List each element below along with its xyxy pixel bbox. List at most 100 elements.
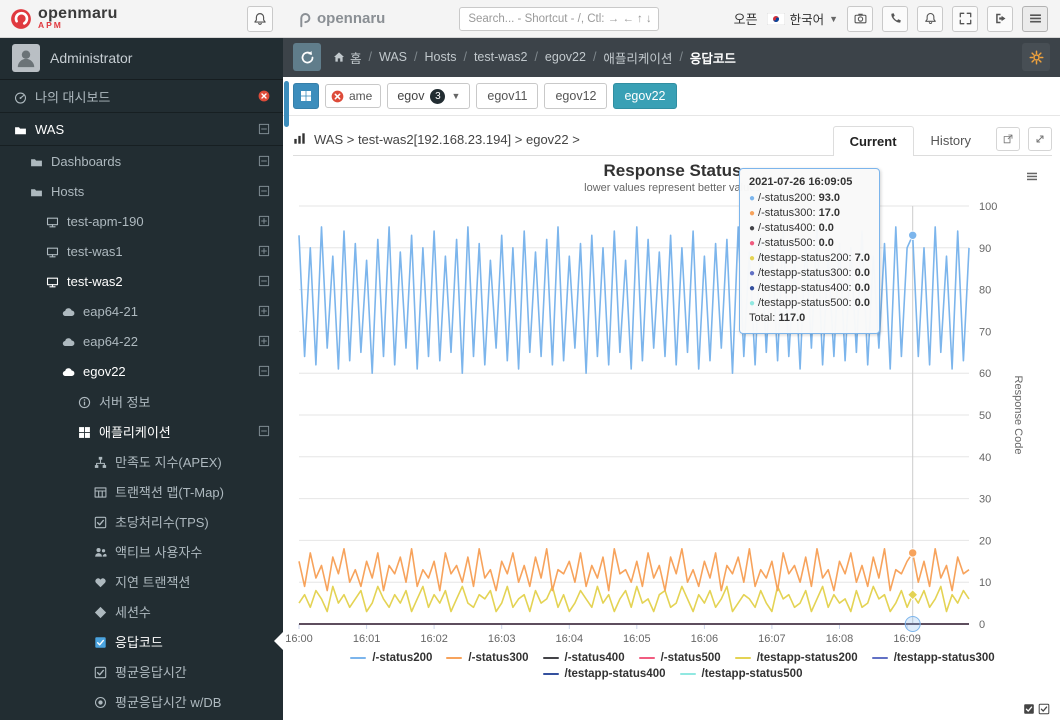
sidebar-item-서버-정보[interactable]: 서버 정보: [0, 386, 283, 416]
legend-item--status300[interactable]: /-status300: [446, 652, 529, 664]
plus-square-icon[interactable]: [258, 305, 270, 317]
minus-square-icon[interactable]: [258, 365, 270, 377]
open-external-button[interactable]: [996, 127, 1020, 151]
sidebar-item-test-was2[interactable]: test-was2: [0, 266, 283, 296]
remove-icon[interactable]: [258, 90, 270, 102]
sidebar-item-평균응답시간[interactable]: 평균응답시간: [0, 656, 283, 686]
collapse-icon[interactable]: [258, 155, 270, 167]
sidebar-item-egov22[interactable]: egov22: [0, 356, 283, 386]
remove-icon[interactable]: [331, 90, 344, 103]
open-link[interactable]: 오픈: [734, 9, 758, 28]
scrollbar[interactable]: [284, 81, 289, 127]
minus-square-icon[interactable]: [258, 425, 270, 437]
search-input[interactable]: [459, 6, 660, 31]
legend-item--testapp-status500[interactable]: /testapp-status500: [679, 668, 802, 680]
instance-button-egov11[interactable]: egov11: [476, 83, 539, 109]
sidebar-item-hosts[interactable]: Hosts: [0, 176, 283, 206]
collapse-icon[interactable]: [258, 425, 270, 437]
sidebar-item-나의-대시보드[interactable]: 나의 대시보드: [0, 80, 283, 113]
sidebar-item-응답코드[interactable]: 응답코드: [0, 626, 283, 656]
expand-icon[interactable]: [258, 215, 270, 227]
expand-icon[interactable]: [258, 245, 270, 257]
view-grid-button[interactable]: [293, 83, 319, 109]
sidebar-item-초당처리수(tps)[interactable]: 초당처리수(TPS): [0, 506, 283, 536]
menu-button[interactable]: [1022, 5, 1048, 32]
logout-button[interactable]: [987, 5, 1013, 32]
monitor-icon: [46, 247, 59, 257]
notifications-button[interactable]: [917, 5, 943, 32]
collapse-icon[interactable]: [258, 185, 270, 197]
expand-icon[interactable]: [258, 305, 270, 317]
sidebar-item-test-apm-190[interactable]: test-apm-190: [0, 206, 283, 236]
fullscreen-button[interactable]: [952, 5, 978, 32]
sidebar-item-세션수[interactable]: 세션수: [0, 596, 283, 626]
capture-button[interactable]: [847, 5, 873, 32]
legend-item--testapp-status300[interactable]: /testapp-status300: [871, 652, 995, 664]
user-panel[interactable]: Administrator: [0, 37, 283, 80]
minus-square-icon[interactable]: [258, 123, 270, 135]
sidebar-item-label: eap64-22: [83, 333, 138, 349]
plus-square-icon[interactable]: [258, 215, 270, 227]
sidebar-item-test-was1[interactable]: test-was1: [0, 236, 283, 266]
legend-item--status200[interactable]: /-status200: [350, 652, 432, 664]
chart[interactable]: Response Status lower values represent b…: [285, 156, 1052, 718]
chart-plot[interactable]: 0 10 20 30 40 50 60 70 80 90 100 16:00 16:01 16:02 16:…: [285, 196, 1048, 652]
remove-chip-icon[interactable]: [331, 89, 344, 103]
breadcrumb-item-egov22[interactable]: egov22: [545, 50, 586, 64]
chart-menu-button[interactable]: [1020, 166, 1044, 186]
collapse-icon[interactable]: [258, 365, 270, 377]
sidebar-item-지연-트랜잭션[interactable]: 지연 트랜잭션: [0, 566, 283, 596]
legend-item--status400[interactable]: /-status400: [542, 652, 625, 664]
breadcrumb-item-was[interactable]: WAS: [379, 50, 407, 64]
remove-icon[interactable]: [258, 90, 270, 102]
panel-check-icon[interactable]: [1023, 700, 1035, 718]
sidebar-item-액티브-사용자수[interactable]: 액티브 사용자수: [0, 536, 283, 566]
chart-canvas[interactable]: 0 10 20 30 40 50 60 70 80 90 100 16:00 16:01 16:02 16:…: [285, 196, 1052, 652]
sidebar-item-label: test-was2: [67, 273, 123, 289]
collapse-icon[interactable]: [258, 123, 270, 135]
sidebar-item-평균응답시간-w/db[interactable]: 평균응답시간 w/DB: [0, 686, 283, 716]
sidebar-item-트랜잭션-맵(t-map)[interactable]: 트랜잭션 맵(T-Map): [0, 476, 283, 506]
settings-button[interactable]: [1022, 43, 1050, 71]
phone-button[interactable]: [882, 5, 908, 32]
breadcrumb-item-hosts[interactable]: Hosts: [425, 50, 457, 64]
minus-square-icon[interactable]: [258, 185, 270, 197]
sidebar-item-eap64-21[interactable]: eap64-21: [0, 296, 283, 326]
openmaru-logo[interactable]: openmaru APM: [10, 6, 118, 30]
sidebar-notifications-button[interactable]: [247, 5, 273, 32]
legend-item--testapp-status400[interactable]: /testapp-status400: [542, 668, 666, 680]
collapse-icon[interactable]: [258, 275, 270, 287]
tab-current[interactable]: Current: [832, 126, 914, 156]
language-selector[interactable]: 한국어 ▼: [766, 9, 838, 28]
sidebar-item-애플리케이션[interactable]: 애플리케이션: [0, 416, 283, 446]
sidebar-item-eap64-22[interactable]: eap64-22: [0, 326, 283, 356]
filter-chip[interactable]: ame: [325, 84, 382, 108]
series-dot-icon: ●: [749, 223, 756, 234]
panel-checkbox-icon[interactable]: [1038, 700, 1050, 718]
breadcrumb-item-응답코드: 응답코드: [689, 51, 736, 66]
tab-history[interactable]: History: [914, 125, 988, 155]
legend-item--status500[interactable]: /-status500: [638, 652, 721, 664]
opennaru-logo[interactable]: opennaru: [295, 9, 385, 29]
minus-square-icon[interactable]: [258, 275, 270, 287]
breadcrumb-separator: /: [368, 50, 372, 64]
refresh-button[interactable]: [293, 43, 321, 71]
plus-square-icon[interactable]: [258, 245, 270, 257]
expand-icon[interactable]: [258, 335, 270, 347]
sidebar-item-만족도-지수(apex)[interactable]: 만족도 지수(APEX): [0, 446, 283, 476]
resize-button[interactable]: [1028, 127, 1052, 151]
minus-square-icon[interactable]: [258, 155, 270, 167]
instance-button-egov12[interactable]: egov12: [544, 83, 608, 109]
legend-item--testapp-status200[interactable]: /testapp-status200: [734, 652, 858, 664]
instance-dropdown[interactable]: egov 3 ▼: [387, 83, 471, 109]
breadcrumb-item-test-was2[interactable]: test-was2: [474, 50, 528, 64]
instance-button-egov22[interactable]: egov22: [613, 83, 677, 109]
svg-text:16:06: 16:06: [691, 633, 719, 645]
breadcrumb-item-홈[interactable]: 홈: [333, 48, 362, 67]
plus-square-icon[interactable]: [258, 335, 270, 347]
hamburger-icon: [1029, 14, 1041, 23]
breadcrumb-item-애플리케이션[interactable]: 애플리케이션: [603, 48, 672, 67]
legend-label: /testapp-status200: [756, 652, 858, 664]
sidebar-item-was[interactable]: WAS: [0, 113, 283, 146]
sidebar-item-dashboards[interactable]: Dashboards: [0, 146, 283, 176]
